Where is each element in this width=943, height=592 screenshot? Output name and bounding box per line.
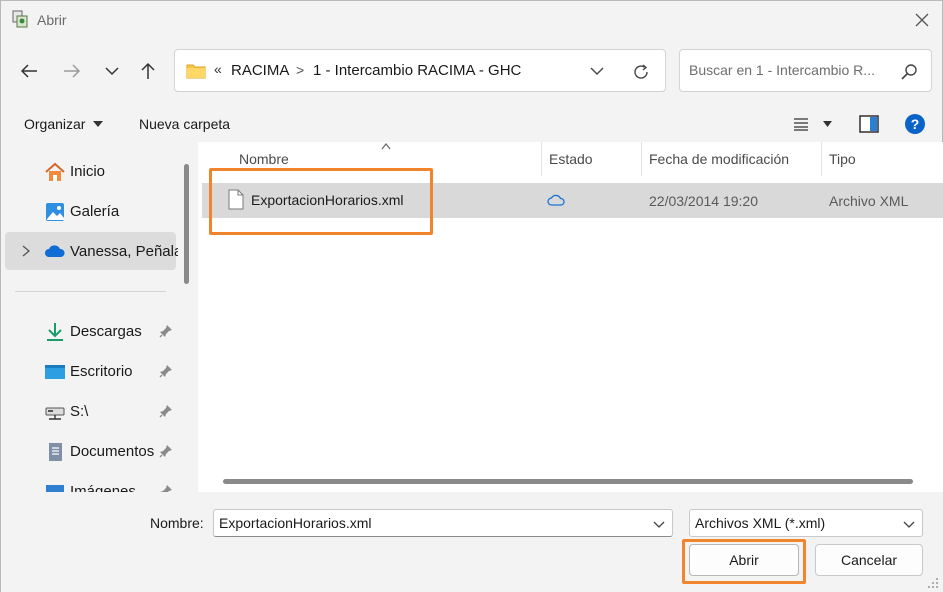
arrow-up-icon — [141, 62, 155, 79]
breadcrumb-racima[interactable]: RACIMA — [231, 62, 289, 79]
preview-pane-button[interactable] — [856, 112, 882, 136]
chevron-down-icon — [105, 67, 119, 76]
caret-down-icon[interactable] — [93, 121, 103, 127]
close-icon — [915, 13, 929, 27]
column-header-modified[interactable]: Fecha de modificación — [649, 151, 789, 167]
pin-icon[interactable] — [159, 404, 173, 418]
breadcrumb-current-folder[interactable]: 1 - Intercambio RACIMA - GHC — [313, 62, 521, 79]
column-divider[interactable] — [821, 142, 822, 176]
download-icon — [47, 323, 63, 341]
address-overflow[interactable]: « — [214, 61, 222, 77]
help-button[interactable]: ? — [902, 112, 928, 136]
chevron-down-icon[interactable] — [652, 517, 666, 531]
view-options-button[interactable] — [788, 112, 814, 136]
title-bar — [1, 1, 943, 39]
table-row[interactable]: ExportacionHorarios.xml 22/03/2014 19:20… — [202, 183, 943, 218]
column-header-type[interactable]: Tipo — [829, 151, 856, 167]
list-view-icon — [794, 118, 808, 131]
sidebar-item-label: Imágenes — [70, 483, 136, 492]
file-name-combobox[interactable] — [213, 509, 673, 537]
sidebar-item-descargas[interactable]: Descargas — [5, 312, 176, 350]
file-name-input[interactable] — [219, 515, 639, 531]
preview-pane-icon — [859, 115, 879, 133]
sort-ascending-icon — [381, 143, 391, 150]
address-bar[interactable]: « RACIMA > 1 - Intercambio RACIMA - GHC — [174, 49, 666, 92]
breadcrumb-separator[interactable]: > — [296, 62, 304, 78]
file-name[interactable]: ExportacionHorarios.xml — [251, 192, 404, 208]
sidebar-item-label: Vanessa, Peñalar — [70, 243, 178, 260]
sidebar-divider — [15, 291, 166, 292]
organize-menu[interactable]: Organizar — [24, 116, 85, 132]
address-dropdown-button[interactable] — [585, 60, 609, 82]
navigation-pane: Inicio Galería Vanessa, Peñalar Descarga… — [1, 142, 178, 492]
search-box[interactable] — [679, 49, 932, 92]
sidebar-item-onedrive[interactable]: Vanessa, Peñalar — [5, 232, 178, 270]
arrow-right-icon — [64, 64, 81, 78]
back-button[interactable] — [14, 55, 44, 87]
file-type-filter-select[interactable]: Archivos XML (*.xml) — [689, 509, 923, 537]
column-header-status[interactable]: Estado — [549, 151, 593, 167]
chevron-down-icon — [590, 67, 604, 75]
sidebar-item-label: Escritorio — [70, 363, 133, 380]
column-header-name[interactable]: Nombre — [239, 151, 289, 167]
file-icon — [228, 189, 244, 210]
svg-text:?: ? — [911, 116, 920, 132]
sidebar-item-documentos[interactable]: Documentos — [5, 432, 176, 470]
sidebar-item-label: Documentos — [70, 443, 155, 460]
sidebar-item-label: S:\ — [70, 403, 89, 420]
gallery-icon — [46, 203, 64, 221]
sidebar-item-network-drive[interactable]: S:\ — [5, 392, 176, 430]
help-icon: ? — [905, 114, 925, 134]
open-button[interactable]: Abrir — [689, 544, 799, 576]
column-divider[interactable] — [641, 142, 642, 176]
network-drive-icon — [45, 407, 65, 420]
sidebar-scrollbar-thumb[interactable] — [184, 164, 189, 284]
close-button[interactable] — [907, 7, 937, 33]
caret-down-icon[interactable] — [823, 121, 832, 127]
home-icon — [45, 162, 65, 181]
sidebar-item-imagenes[interactable]: Imágenes — [5, 472, 176, 492]
pin-icon[interactable] — [159, 484, 173, 492]
file-name-label: Nombre: — [150, 515, 204, 531]
dialog-footer — [1, 492, 943, 592]
sidebar-item-label: Descargas — [70, 323, 142, 340]
pin-icon[interactable] — [159, 324, 173, 338]
folder-icon — [186, 64, 206, 79]
desktop-icon — [45, 365, 65, 379]
cloud-icon — [547, 194, 565, 206]
documents-icon — [49, 443, 62, 461]
horizontal-scrollbar-thumb[interactable] — [223, 479, 913, 484]
new-folder-button[interactable]: Nueva carpeta — [139, 116, 230, 132]
file-type: Archivo XML — [829, 193, 909, 209]
cancel-button[interactable]: Cancelar — [815, 544, 923, 576]
sidebar-item-label: Inicio — [70, 163, 106, 180]
pin-icon[interactable] — [159, 364, 173, 378]
recent-locations-button[interactable] — [97, 55, 127, 87]
onedrive-cloud-icon — [45, 245, 65, 257]
window-title: Abrir — [37, 12, 67, 28]
sidebar-item-escritorio[interactable]: Escritorio — [5, 352, 176, 390]
sidebar-item-inicio[interactable]: Inicio — [5, 152, 176, 190]
sidebar-item-label: Galería — [70, 203, 120, 220]
forward-button[interactable] — [57, 55, 87, 87]
file-type-filter-value: Archivos XML (*.xml) — [695, 515, 826, 531]
chevron-right-icon[interactable] — [20, 244, 32, 258]
resize-grip-icon[interactable] — [927, 577, 939, 589]
search-input[interactable] — [689, 62, 889, 78]
chevron-down-icon[interactable] — [902, 517, 916, 531]
pictures-icon — [46, 485, 64, 492]
refresh-icon — [634, 64, 648, 79]
up-button[interactable] — [133, 55, 163, 87]
app-icon — [12, 10, 28, 28]
file-list: Nombre Estado Fecha de modificación Tipo… — [198, 142, 943, 492]
open-file-dialog: Abrir « RACIMA > 1 - Intercambio RACIMA … — [0, 0, 943, 592]
search-icon[interactable] — [899, 62, 919, 82]
refresh-button[interactable] — [627, 60, 655, 84]
pin-icon[interactable] — [159, 444, 173, 458]
file-modified: 22/03/2014 19:20 — [649, 193, 758, 209]
column-divider[interactable] — [541, 142, 542, 176]
sidebar-item-galeria[interactable]: Galería — [5, 192, 176, 230]
arrow-left-icon — [20, 64, 37, 78]
